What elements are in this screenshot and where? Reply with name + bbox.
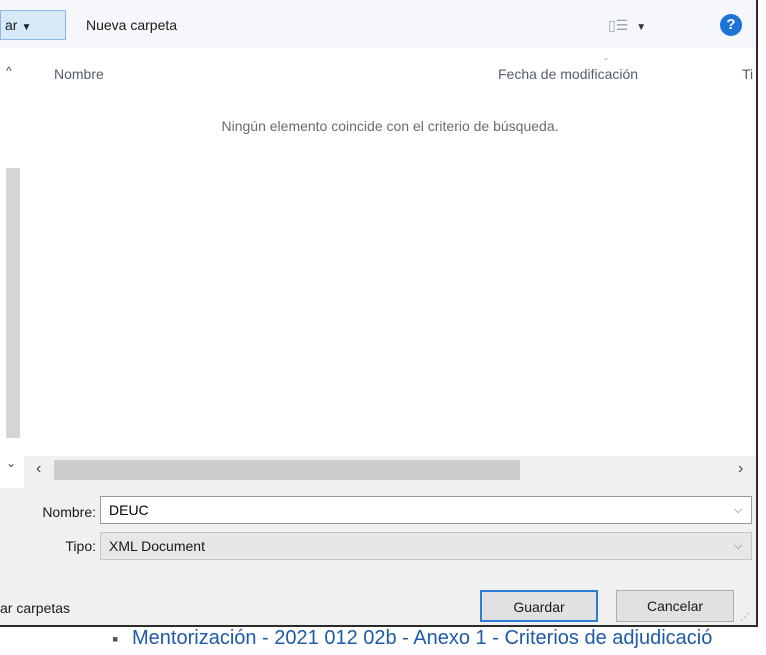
scroll-left-icon[interactable]: ‹	[36, 460, 41, 478]
chevron-down-icon: ▼	[636, 22, 647, 33]
list-view-icon: ▯☰	[608, 17, 629, 33]
resize-grip-icon[interactable]: ⋰	[740, 612, 750, 623]
chevron-down-icon[interactable]: ⌵	[734, 504, 742, 517]
hide-folders-toggle[interactable]: ar carpetas	[0, 600, 70, 616]
new-folder-button[interactable]: Nueva carpeta	[86, 10, 177, 40]
scroll-right-icon[interactable]: ›	[738, 460, 743, 478]
help-icon[interactable]: ?	[720, 14, 742, 36]
save-dialog: ar ▼ Nueva carpeta ▯☰ ▼ ? ^ ⌄ ⌄ Nombre Fec…	[0, 0, 758, 627]
horizontal-scrollbar[interactable]: ‹ ›	[24, 456, 756, 484]
cancel-button[interactable]: Cancelar	[616, 590, 734, 622]
scroll-up-icon[interactable]: ^	[6, 64, 12, 78]
background-document: ▪ Mentorización - 2021 012 02b - Anexo 1…	[0, 627, 766, 655]
file-name-label: Nombre:	[42, 504, 96, 520]
column-header-name[interactable]: Nombre	[54, 66, 104, 82]
file-name-input[interactable]	[100, 496, 752, 524]
column-header-date-modified[interactable]: Fecha de modificación	[498, 66, 638, 82]
view-options-button[interactable]: ▯☰ ▼	[608, 14, 670, 36]
toolbar: ar ▼ Nueva carpeta ▯☰ ▼ ?	[0, 0, 756, 49]
background-link[interactable]: Mentorización - 2021 012 02b - Anexo 1 -…	[132, 627, 712, 650]
scroll-down-icon[interactable]: ⌄	[6, 456, 16, 470]
file-type-label: Tipo:	[65, 538, 96, 554]
column-header-type[interactable]: Ti	[742, 66, 753, 82]
chevron-down-icon: ▼	[21, 22, 32, 33]
navigation-scrollbar-thumb[interactable]	[6, 168, 20, 438]
file-type-select[interactable]: XML Document	[100, 532, 752, 560]
bullet-icon: ▪	[112, 629, 119, 649]
navigation-pane: ^ ⌄	[0, 48, 25, 488]
empty-list-message: Ningún elemento coincide con el criterio…	[221, 118, 559, 134]
save-button[interactable]: Guardar	[480, 590, 598, 622]
organize-label: ar	[5, 17, 18, 33]
sort-indicator-icon: ⌄	[602, 52, 610, 62]
chevron-down-icon[interactable]: ⌵	[734, 540, 742, 553]
horizontal-scrollbar-thumb[interactable]	[54, 460, 520, 480]
organize-button[interactable]: ar ▼	[0, 10, 66, 40]
file-list: ⌄ Nombre Fecha de modificación Ti Ningún…	[24, 48, 756, 456]
